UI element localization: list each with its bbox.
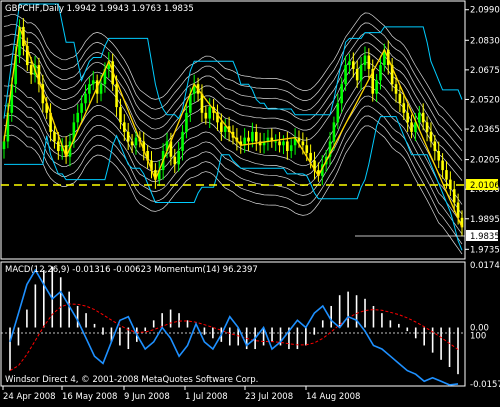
candle-body	[367, 55, 371, 69]
time-tick-label: 23 Jul 2008	[245, 392, 293, 402]
current-price-label: 1.9835	[470, 232, 500, 242]
indicator-tick-label: -0.01574	[470, 380, 500, 390]
price-tick-label: 2.0205	[470, 156, 500, 166]
candle-body	[251, 131, 254, 142]
candle-body	[336, 103, 340, 123]
candle-body	[305, 145, 309, 153]
candle-body	[173, 156, 177, 165]
time-tick-label: 9 Jun 2008	[124, 392, 170, 402]
candle-body	[91, 80, 95, 85]
candle-body	[126, 131, 130, 142]
candle-body	[123, 122, 126, 132]
indicator-header: MACD(12,26,9) -0.01316 -0.00623 Momentum…	[5, 265, 258, 275]
candle-body	[2, 141, 6, 150]
price-tick-label: 2.0830	[470, 36, 500, 46]
candle-body	[289, 145, 293, 151]
price-tick-label: 2.0990	[470, 6, 500, 16]
candle-body	[437, 151, 441, 161]
candle-body	[452, 189, 456, 203]
candle-body	[445, 170, 448, 180]
candle-body	[344, 65, 347, 85]
candle-body	[433, 141, 437, 151]
time-tick-label: 1 Jul 2008	[185, 392, 228, 402]
candle-body	[99, 84, 103, 94]
indicator-tick-label: 100	[470, 332, 486, 342]
time-tick-label: 16 May 2008	[62, 392, 117, 402]
candle-body	[247, 137, 250, 142]
candle-body	[76, 112, 80, 123]
time-tick-label: 14 Aug 2008	[306, 392, 360, 402]
candle-body	[84, 93, 87, 104]
candle-body	[379, 65, 382, 81]
candle-body	[402, 103, 406, 113]
candle-body	[88, 84, 91, 94]
price-tick-label: 1.9735	[470, 245, 500, 255]
candle-body	[208, 107, 212, 119]
candle-body	[254, 131, 258, 142]
candle-body	[220, 122, 223, 132]
candle-body	[421, 112, 425, 123]
candle-body	[425, 122, 429, 132]
candle-body	[282, 141, 285, 146]
price-tick-label: 2.0675	[470, 66, 500, 76]
candle-body	[359, 65, 363, 81]
candle-body	[406, 112, 409, 123]
candle-body	[398, 93, 402, 104]
candle-body	[348, 61, 351, 66]
symbol-header: GBPCHF,Daily 1.9942 1.9943 1.9763 1.9835	[5, 4, 194, 14]
candle-body	[441, 160, 444, 171]
candle-body	[177, 151, 180, 165]
candle-body	[278, 141, 281, 146]
support-price-label: 2.0106	[470, 181, 500, 191]
candle-body	[286, 141, 289, 151]
candle-body	[375, 80, 378, 94]
candle-body	[309, 152, 312, 161]
price-tick-label: 2.0365	[470, 125, 500, 135]
candle-body	[355, 68, 359, 81]
candle-body	[301, 141, 305, 146]
price-tick-label: 1.9895	[470, 215, 500, 225]
chart-canvas: 2.09902.08302.06752.05202.03652.02052.00…	[0, 0, 500, 403]
time-tick-label: 24 Apr 2008	[3, 392, 56, 402]
indicator-tick-label: 0.01742	[470, 261, 500, 271]
price-tick-label: 2.0520	[470, 95, 500, 105]
candle-body	[363, 55, 367, 66]
candle-body	[340, 84, 343, 104]
candle-body	[29, 65, 33, 75]
candle-body	[130, 141, 134, 146]
candle-body	[53, 131, 56, 142]
candle-body	[274, 141, 277, 143]
candle-body	[352, 61, 355, 69]
candle-body	[394, 84, 398, 94]
candle-body	[115, 84, 118, 108]
candle-body	[297, 137, 301, 142]
candle-body	[332, 122, 336, 142]
candle-body	[429, 131, 433, 142]
candle-body	[134, 137, 138, 146]
candle-body	[185, 112, 188, 132]
candle-body	[410, 122, 413, 132]
candle-body	[80, 103, 83, 113]
candle-body	[204, 112, 208, 119]
candle-body	[418, 112, 421, 123]
price-axis: 2.09902.08302.06752.05202.03652.02052.00…	[465, 6, 500, 255]
candle-body	[57, 141, 60, 151]
chart-window: 2.0990 2.0830 2.0675 2.0520 2.0365 2.0205 2.00…	[0, 0, 500, 403]
copyright-text: Windsor Direct 4, © 2001-2008 MetaQuotes…	[5, 375, 258, 385]
candle-body	[119, 107, 122, 123]
candle-body	[181, 131, 184, 151]
